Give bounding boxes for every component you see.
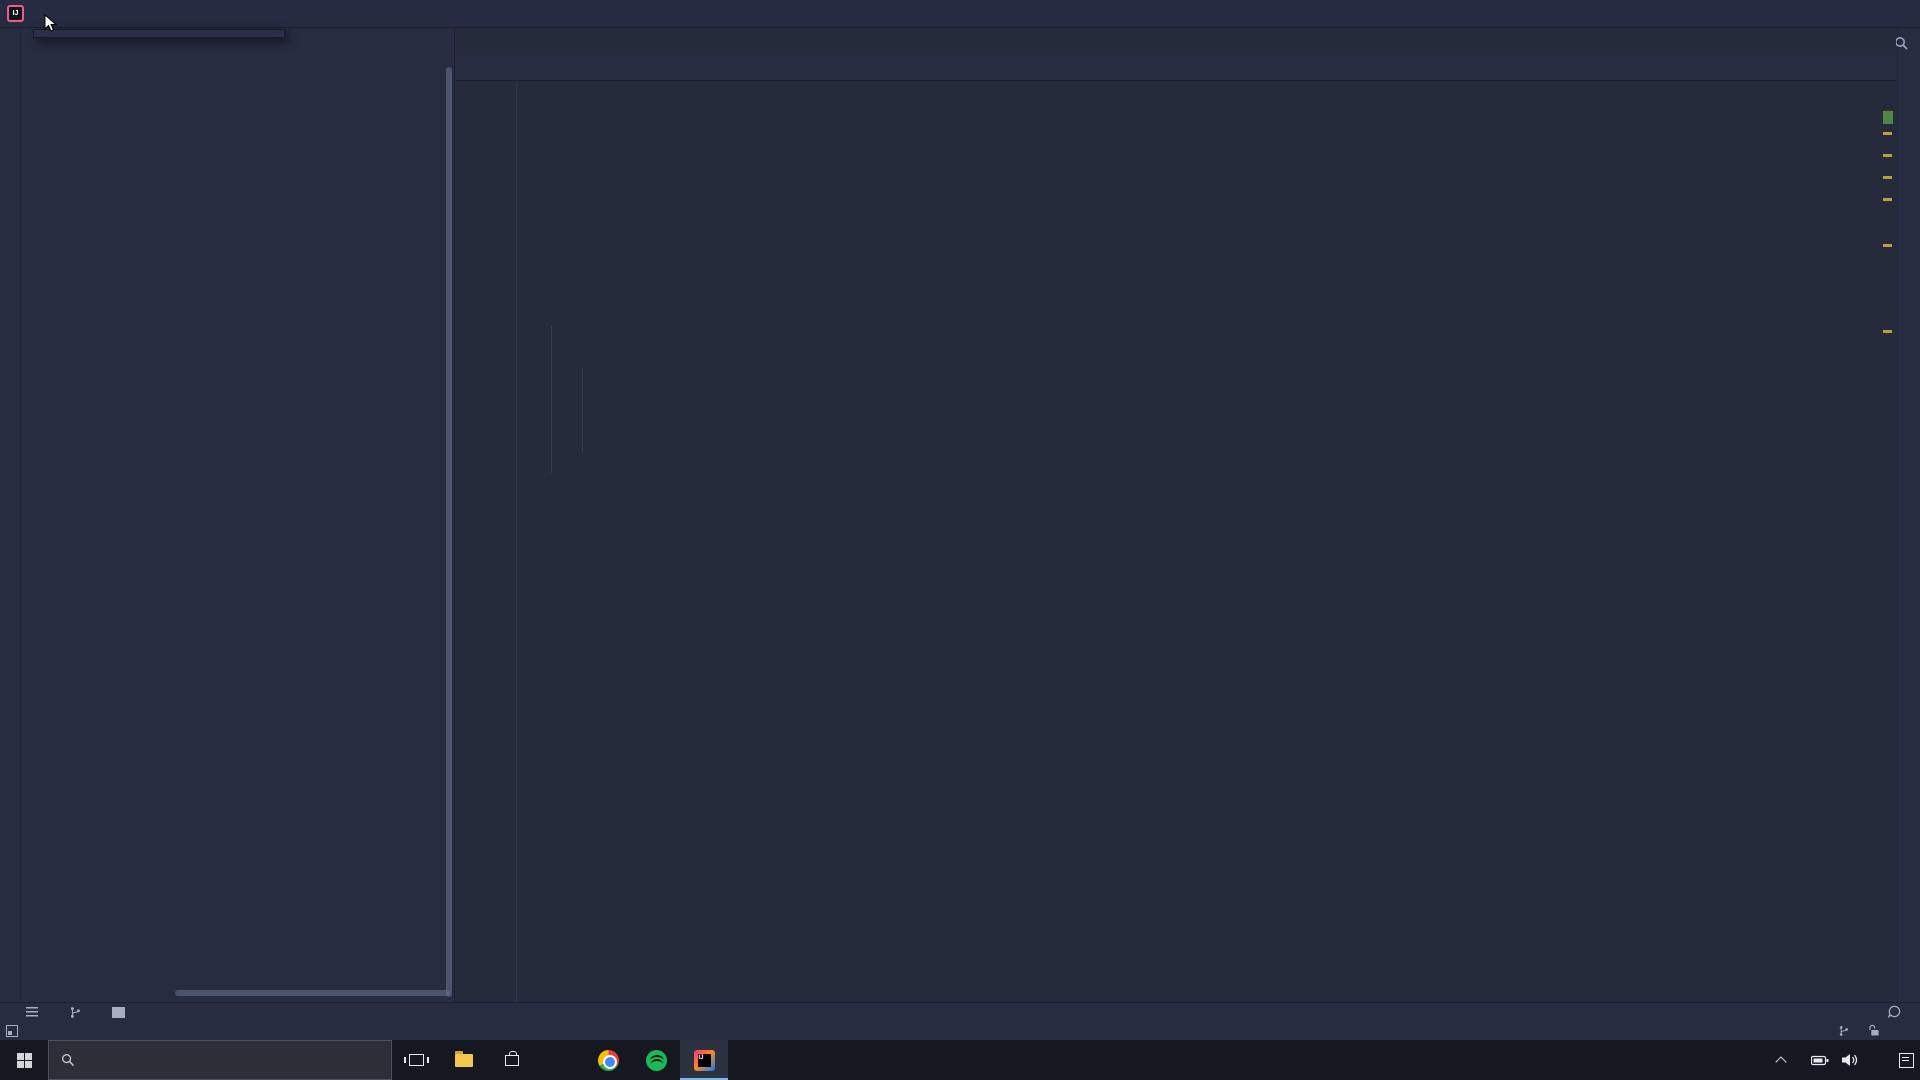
right-tool-stripe xyxy=(1897,29,1920,1002)
windows-taskbar: IJ xyxy=(0,1040,1920,1080)
spotify-icon xyxy=(646,1050,667,1071)
window-controls xyxy=(1785,0,1920,28)
warning-stripe-mark[interactable] xyxy=(1883,330,1892,333)
intellij-window: IJ xyxy=(0,0,1920,1080)
minimize-button[interactable] xyxy=(1785,0,1830,28)
maximize-button[interactable] xyxy=(1830,0,1875,28)
store-icon xyxy=(505,1055,519,1066)
terminal-toolwindow-button[interactable] xyxy=(112,1007,130,1018)
unlock-icon[interactable] xyxy=(1869,1024,1880,1037)
warning-stripe-mark[interactable] xyxy=(1883,176,1892,179)
warning-stripe-mark[interactable] xyxy=(1883,154,1892,157)
toolwindow-toggle-icon[interactable] xyxy=(6,1025,18,1037)
taskbar-search[interactable] xyxy=(48,1040,392,1080)
spotify-button[interactable] xyxy=(632,1040,680,1080)
editor-tab-bar xyxy=(456,55,1896,81)
terminal-icon xyxy=(112,1007,125,1018)
git-branch-icon xyxy=(69,1006,81,1019)
system-tray xyxy=(1777,1040,1920,1080)
search-icon xyxy=(61,1053,75,1067)
start-button[interactable] xyxy=(0,1040,48,1080)
git-branch-icon xyxy=(1838,1025,1849,1037)
task-view-icon xyxy=(409,1054,424,1066)
project-panel xyxy=(22,29,455,1002)
intellij-logo-icon: IJ xyxy=(7,5,24,22)
warning-stripe-mark[interactable] xyxy=(1883,132,1892,135)
git-branch-widget[interactable] xyxy=(1838,1025,1853,1037)
warning-stripe-mark[interactable] xyxy=(1883,198,1892,201)
toolwindow-bar xyxy=(0,1002,1920,1021)
battery-icon[interactable] xyxy=(1811,1055,1829,1066)
todo-list-icon xyxy=(26,1007,38,1017)
menu-bar: IJ xyxy=(0,0,1920,28)
file-explorer-button[interactable] xyxy=(440,1040,488,1080)
store-button[interactable] xyxy=(488,1040,536,1080)
project-scrollbar-vertical[interactable] xyxy=(446,67,452,997)
file-menu-dropdown xyxy=(33,29,285,38)
mouse-cursor xyxy=(44,14,58,34)
windows-logo-icon xyxy=(17,1053,32,1068)
status-right xyxy=(1822,1021,1912,1040)
chrome-button[interactable] xyxy=(584,1040,632,1080)
close-button[interactable] xyxy=(1875,0,1920,28)
intellij-taskbar-button[interactable]: IJ xyxy=(680,1040,728,1080)
status-bar xyxy=(0,1021,1920,1040)
file-explorer-icon xyxy=(455,1054,473,1067)
inspection-indicator[interactable] xyxy=(1883,111,1893,124)
chrome-icon xyxy=(598,1050,619,1071)
project-scrollbar-horizontal[interactable] xyxy=(175,990,450,996)
tray-expand-icon[interactable] xyxy=(1775,1056,1786,1067)
code-editor[interactable] xyxy=(456,84,1896,1002)
event-log-button[interactable] xyxy=(1888,1005,1906,1018)
code-lines xyxy=(456,84,1896,1002)
action-center-icon[interactable] xyxy=(1899,1053,1914,1068)
event-log-icon xyxy=(1888,1005,1901,1018)
warning-stripe-mark[interactable] xyxy=(1883,244,1892,247)
mail-button[interactable] xyxy=(536,1040,584,1080)
intellij-icon: IJ xyxy=(694,1050,715,1071)
git-toolwindow-button[interactable] xyxy=(69,1006,86,1019)
volume-icon[interactable] xyxy=(1842,1053,1860,1067)
todo-toolwindow-button[interactable] xyxy=(26,1007,43,1017)
left-tool-stripe xyxy=(0,29,21,1002)
task-view-button[interactable] xyxy=(392,1040,440,1080)
